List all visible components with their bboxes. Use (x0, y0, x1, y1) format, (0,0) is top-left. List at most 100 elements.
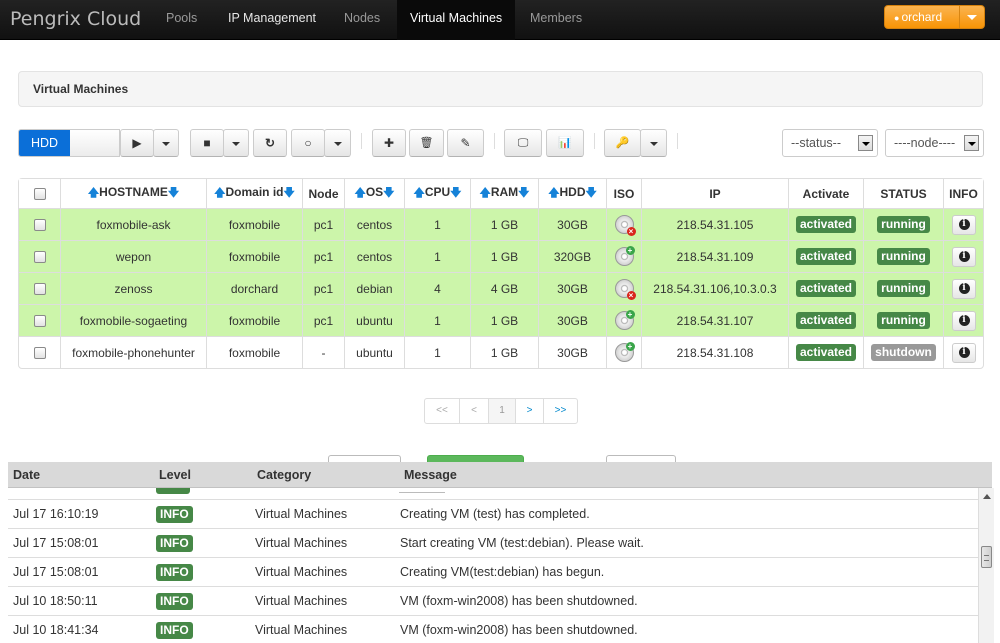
edit-icon: ✎ (460, 136, 471, 150)
log-level-badge: INFO (156, 535, 193, 552)
refresh-icon: ↻ (264, 136, 276, 150)
row-checkbox[interactable] (33, 315, 46, 328)
first-page-link[interactable]: << (425, 399, 459, 423)
select-all-checkbox[interactable] (33, 188, 46, 201)
sort-down-icon[interactable]: 🡇 (450, 187, 461, 199)
nav-nodes[interactable]: Nodes (331, 0, 393, 40)
last-page-link[interactable]: >> (543, 399, 577, 423)
row-checkbox[interactable] (33, 347, 46, 360)
info-button[interactable]: i (951, 214, 976, 235)
brand-logo[interactable]: Pengrix Cloud (10, 8, 141, 30)
info-button[interactable]: i (951, 246, 976, 267)
iso-attach-icon[interactable]: + (614, 310, 635, 330)
sort-up-icon[interactable]: 🡅 (414, 187, 425, 199)
vm-row[interactable]: wepon foxmobile pc1 centos 1 1 GB 320GB … (19, 240, 983, 272)
status-cell: running (863, 208, 943, 240)
prev-page-link[interactable]: < (459, 399, 488, 423)
power-vm-dropdown[interactable] (324, 129, 351, 157)
sort-up-icon[interactable]: 🡅 (214, 187, 225, 199)
sort-up-icon[interactable]: 🡅 (355, 187, 366, 199)
info-button[interactable]: i (951, 310, 976, 331)
key-dropdown[interactable] (640, 129, 667, 157)
vm-row[interactable]: foxmobile-phonehunter foxmobile - ubuntu… (19, 336, 983, 368)
user-menu-button[interactable]: ● orchard (884, 5, 985, 29)
activate-cell: activated (788, 336, 863, 368)
vm-row[interactable]: foxmobile-sogaeting foxmobile pc1 ubuntu… (19, 304, 983, 336)
info-button[interactable]: i (951, 278, 976, 299)
hostname-cell: foxmobile-ask (60, 208, 206, 240)
node-filter-select[interactable]: ----node---- (885, 129, 984, 157)
iso-attach-icon[interactable]: + (614, 246, 635, 266)
add-vm-button[interactable]: ✚ (372, 129, 406, 157)
ip-cell: 218.54.31.108 (641, 336, 788, 368)
nav-pools[interactable]: Pools (153, 0, 210, 40)
start-vm-button[interactable]: ▶ (120, 129, 154, 157)
info-header: INFO (943, 179, 983, 208)
stats-button[interactable]: 📊 (546, 129, 584, 157)
vm-row[interactable]: zenoss dorchard pc1 debian 4 4 GB 30GB ×… (19, 272, 983, 304)
status-filter-select[interactable]: --status-- (782, 129, 878, 157)
iso-cell: + (606, 304, 641, 336)
activated-badge: activated (795, 216, 857, 233)
row-checkbox[interactable] (33, 219, 46, 232)
page-header-panel: Virtual Machines (18, 71, 983, 107)
chevron-down-icon (162, 142, 170, 146)
row-checkbox[interactable] (33, 283, 46, 296)
log-level-header: Level (159, 468, 191, 482)
row-checkbox[interactable] (33, 251, 46, 264)
status-badge: running (877, 280, 930, 297)
sort-up-icon[interactable]: 🡅 (88, 187, 99, 199)
hdd-header[interactable]: 🡅HDD🡇 (538, 179, 606, 208)
restart-vm-button[interactable]: ↻ (253, 129, 287, 157)
iso-remove-icon[interactable]: × (614, 279, 636, 300)
activate-header: Activate (788, 179, 863, 208)
log-scrollbar[interactable] (978, 488, 994, 643)
vm-row[interactable]: foxmobile-ask foxmobile pc1 centos 1 1 G… (19, 208, 983, 240)
nav-virtual-machines[interactable]: Virtual Machines (397, 0, 516, 40)
domain-header[interactable]: 🡅Domain id🡇 (206, 179, 302, 208)
domain-cell: foxmobile (206, 304, 302, 336)
info-button[interactable]: i (951, 342, 976, 363)
os-header[interactable]: 🡅OS🡇 (344, 179, 404, 208)
sort-up-icon[interactable]: 🡅 (480, 187, 491, 199)
row-select-cell (19, 336, 60, 368)
sort-down-icon[interactable]: 🡇 (383, 187, 394, 199)
info-cell: i (943, 336, 983, 368)
ram-header[interactable]: 🡅RAM🡇 (470, 179, 538, 208)
nav-ip-management[interactable]: IP Management (215, 0, 329, 40)
scrollbar-thumb[interactable] (981, 546, 992, 568)
sort-down-icon[interactable]: 🡇 (586, 187, 597, 199)
log-message: Creating VM(test:debian) has begun. (400, 565, 605, 579)
stop-vm-button[interactable]: ■ (190, 129, 224, 157)
hdd-toggle-on[interactable]: HDD (19, 130, 70, 156)
key-button[interactable]: 🔑 (604, 129, 641, 157)
hdd-toggle-off[interactable] (70, 130, 119, 156)
next-page-link[interactable]: > (515, 399, 543, 423)
sort-down-icon[interactable]: 🡇 (168, 187, 179, 199)
scroll-up-icon[interactable] (983, 494, 991, 499)
chevron-down-icon[interactable] (967, 15, 977, 20)
console-button[interactable]: 🖵 (504, 129, 542, 157)
cpu-cell: 1 (404, 240, 470, 272)
sort-down-icon[interactable]: 🡇 (518, 187, 529, 199)
iso-remove-icon[interactable]: × (614, 215, 636, 236)
sort-down-icon[interactable]: 🡇 (284, 187, 295, 199)
clipped-info-badge (156, 488, 190, 494)
sort-up-icon[interactable]: 🡅 (548, 187, 559, 199)
edit-vm-button[interactable]: ✎ (447, 129, 484, 157)
node-cell: - (302, 336, 344, 368)
log-list[interactable]: Jul 17 16:10:19 INFO Virtual Machines Cr… (8, 488, 978, 643)
hostname-header[interactable]: 🡅HOSTNAME🡇 (60, 179, 206, 208)
power-vm-button[interactable]: ○ (291, 129, 325, 157)
cpu-header[interactable]: 🡅CPU🡇 (404, 179, 470, 208)
current-page[interactable]: 1 (488, 399, 515, 423)
nav-members[interactable]: Members (517, 0, 595, 40)
activated-badge: activated (795, 312, 857, 329)
delete-vm-button[interactable]: 🗑 (409, 129, 444, 157)
iso-attach-icon[interactable]: + (614, 342, 635, 362)
cpu-header-label: CPU (424, 185, 451, 199)
stop-vm-dropdown[interactable] (223, 129, 249, 157)
log-date: Jul 10 18:50:11 (13, 594, 98, 608)
hdd-toggle[interactable]: HDD (18, 129, 120, 157)
start-vm-dropdown[interactable] (153, 129, 179, 157)
